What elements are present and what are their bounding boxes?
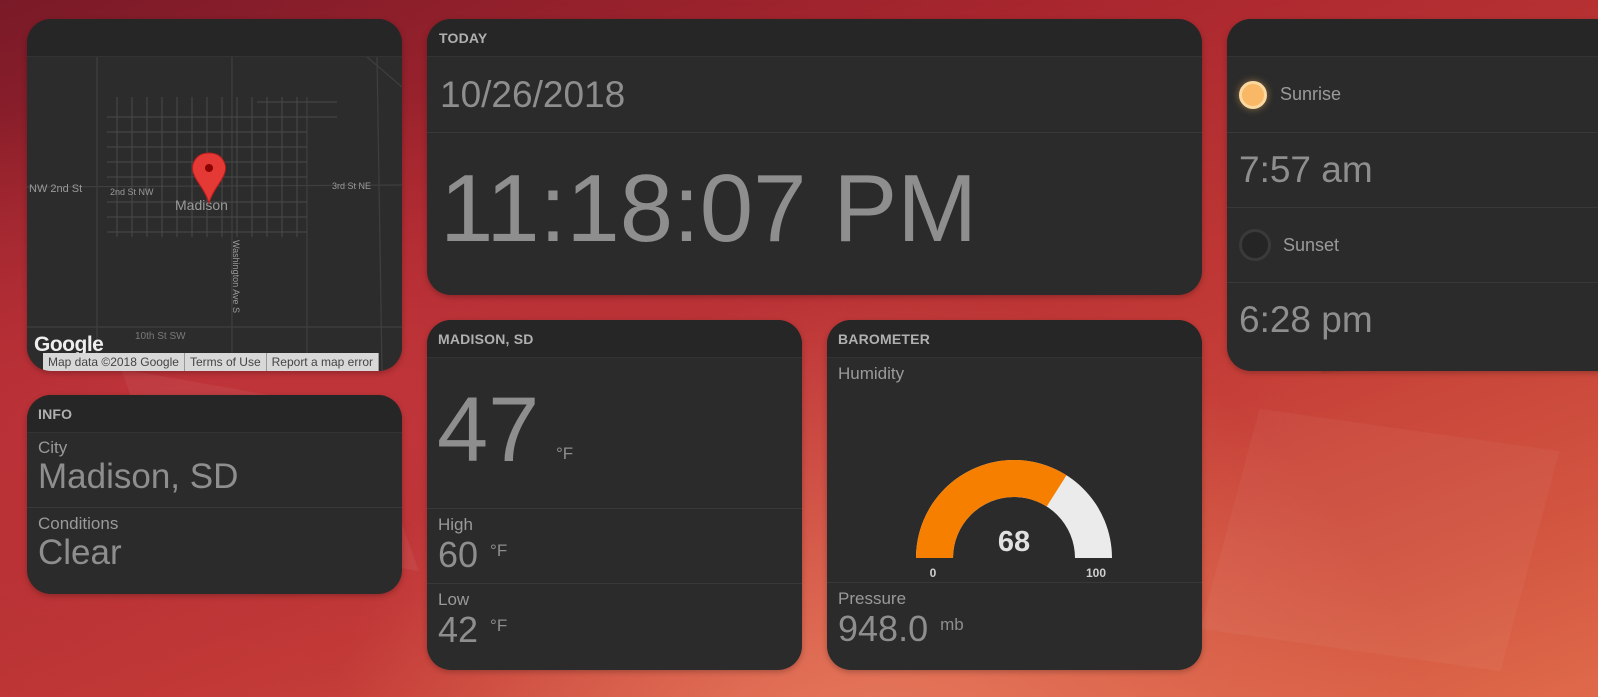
city-value: Madison, SD bbox=[38, 457, 239, 496]
humidity-gauge: 68 0 100 bbox=[916, 460, 1112, 578]
temperature-unit: °F bbox=[556, 444, 574, 463]
gauge-min: 0 bbox=[930, 566, 937, 578]
pressure-unit: mb bbox=[940, 615, 964, 634]
low-unit: °F bbox=[490, 616, 508, 635]
sunset-time: 6:28 pm bbox=[1239, 299, 1373, 340]
sun-card-header bbox=[1227, 19, 1598, 57]
humidity-label: Humidity bbox=[838, 364, 905, 383]
map-label: 10th St SW bbox=[135, 331, 186, 342]
sunset-label: Sunset bbox=[1283, 234, 1340, 255]
gauge-value: 68 bbox=[998, 526, 1030, 558]
weather-header: MADISON, SD bbox=[427, 320, 802, 358]
background-facet bbox=[1200, 408, 1560, 672]
conditions-row: Conditions Clear bbox=[27, 507, 402, 594]
conditions-label: Conditions bbox=[38, 514, 119, 533]
map-label: NW 2nd St bbox=[29, 183, 82, 195]
city-label: City bbox=[38, 438, 68, 457]
pressure-value: 948.0 bbox=[838, 608, 929, 649]
map[interactable]: NW 2nd St 2nd St NW Madison 3rd St NE Wa… bbox=[27, 56, 402, 371]
report-map-error-link[interactable]: Report a map error bbox=[266, 353, 379, 371]
map-pin-icon[interactable] bbox=[192, 152, 226, 205]
map-label: 3rd St NE bbox=[332, 181, 371, 191]
info-card: INFO City Madison, SD Conditions Clear bbox=[27, 395, 402, 594]
sunrise-time: 7:57 am bbox=[1239, 149, 1373, 190]
map-attribution: Map data ©2018 Google Terms of Use Repor… bbox=[43, 353, 379, 371]
info-header: INFO bbox=[27, 395, 402, 433]
map-label: 2nd St NW bbox=[110, 187, 154, 197]
weather-card: MADISON, SD 47 °F High 60 °F Low 42 °F bbox=[427, 320, 802, 670]
sunrise-sunset-card: Sunrise 7:57 am Sunset 6:28 pm bbox=[1227, 19, 1598, 371]
date-value: 10/26/2018 bbox=[440, 74, 626, 115]
map-streets: NW 2nd St 2nd St NW Madison 3rd St NE Wa… bbox=[27, 56, 402, 371]
time-row: 11:18:07 PM bbox=[427, 132, 1202, 295]
map-card-header bbox=[27, 19, 402, 57]
map-label: Washington Ave S bbox=[231, 240, 241, 313]
sunrise-time-row: 7:57 am bbox=[1227, 132, 1598, 207]
today-header: TODAY bbox=[427, 19, 1202, 57]
terms-of-use-link[interactable]: Terms of Use bbox=[184, 353, 267, 371]
map-data-link[interactable]: Map data ©2018 Google bbox=[43, 353, 185, 371]
gauge-fill bbox=[916, 460, 1067, 558]
low-value: 42 bbox=[438, 609, 479, 650]
map-label-city: Madison bbox=[175, 197, 228, 213]
sunrise-row: Sunrise bbox=[1227, 57, 1598, 132]
high-label: High bbox=[438, 515, 473, 534]
barometer-card: BAROMETER Humidity 68 0 100 Pressure 948… bbox=[827, 320, 1202, 670]
temperature-row: 47 °F bbox=[427, 358, 802, 508]
gauge-max: 100 bbox=[1086, 566, 1106, 578]
barometer-header: BAROMETER bbox=[827, 320, 1202, 358]
high-row: High 60 °F bbox=[427, 508, 802, 583]
city-row: City Madison, SD bbox=[27, 433, 402, 507]
sunset-icon bbox=[1239, 229, 1271, 261]
temperature-value: 47 bbox=[437, 379, 540, 481]
high-unit: °F bbox=[490, 541, 508, 560]
date-row: 10/26/2018 bbox=[427, 57, 1202, 132]
low-row: Low 42 °F bbox=[427, 583, 802, 670]
map-card: NW 2nd St 2nd St NW Madison 3rd St NE Wa… bbox=[27, 19, 402, 371]
sunrise-label: Sunrise bbox=[1280, 84, 1342, 104]
pressure-label: Pressure bbox=[838, 589, 907, 608]
pressure-row: Pressure 948.0 mb bbox=[827, 582, 1202, 670]
humidity-row: Humidity 68 0 100 bbox=[827, 358, 1202, 582]
time-value: 11:18:07 PM bbox=[440, 155, 978, 262]
sunrise-icon bbox=[1239, 80, 1267, 109]
high-value: 60 bbox=[438, 534, 479, 575]
sunset-time-row: 6:28 pm bbox=[1227, 282, 1598, 371]
sunset-row: Sunset bbox=[1227, 207, 1598, 282]
conditions-value: Clear bbox=[38, 533, 122, 572]
low-label: Low bbox=[438, 590, 470, 609]
today-card: TODAY 10/26/2018 11:18:07 PM bbox=[427, 19, 1202, 295]
